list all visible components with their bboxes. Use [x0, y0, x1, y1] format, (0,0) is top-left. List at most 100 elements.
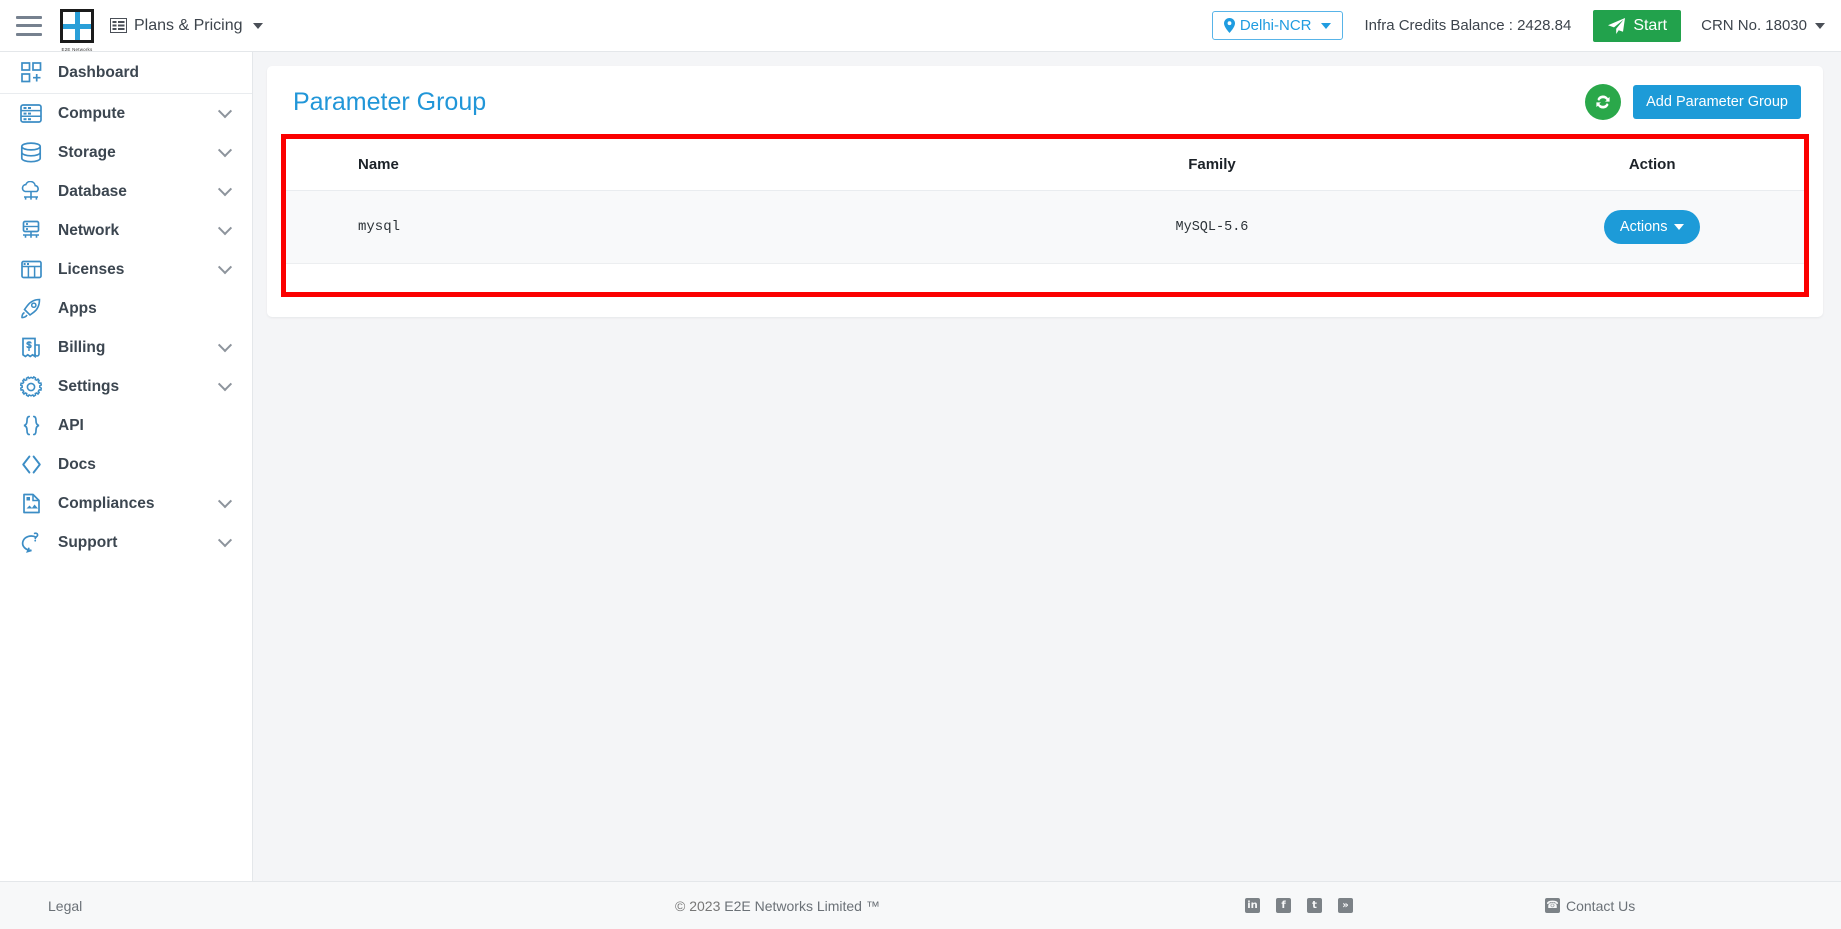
- copyright-year: © 2023: [675, 897, 721, 914]
- page-title: Parameter Group: [293, 87, 487, 116]
- chevron-down-icon: [217, 532, 233, 547]
- panel-header: Parameter Group Add Parameter Group: [267, 66, 1823, 134]
- actions-dropdown-button[interactable]: Actions: [1603, 210, 1701, 244]
- chevron-down-icon: [217, 103, 233, 118]
- footer: Legal © 2023 E2E Networks Limited ™ in f…: [0, 881, 1841, 929]
- sidebar-item-label: Dashboard: [58, 63, 139, 81]
- license-grid-icon: [18, 257, 44, 283]
- sidebar-item-label: Docs: [58, 455, 96, 473]
- phone-icon: ☎: [1545, 898, 1560, 913]
- paper-plane-icon: [1608, 17, 1626, 34]
- cloud-database-icon: [18, 179, 44, 205]
- sidebar-item-compute[interactable]: Compute: [0, 94, 252, 133]
- add-parameter-group-button[interactable]: Add Parameter Group: [1633, 85, 1801, 119]
- crn-menu[interactable]: CRN No. 18030: [1701, 17, 1825, 34]
- crn-label: CRN No. 18030: [1701, 17, 1807, 34]
- table-footer-spacer: [286, 264, 1804, 292]
- column-header-family: Family: [923, 139, 1501, 191]
- table-header-row: Name Family Action: [286, 139, 1804, 191]
- sidebar-item-docs[interactable]: Docs: [0, 445, 252, 484]
- contact-us-label: Contact Us: [1566, 897, 1636, 914]
- cell-family: MySQL-5.6: [923, 190, 1501, 264]
- refresh-icon: [1596, 95, 1610, 109]
- chevron-down-icon: [217, 220, 233, 235]
- sidebar-item-api[interactable]: API: [0, 406, 252, 445]
- main-content: Parameter Group Add Parameter Group Name…: [253, 52, 1841, 881]
- logo-caption: E2E Networks: [61, 46, 93, 52]
- gear-icon: [18, 374, 44, 400]
- sidebar-item-support[interactable]: Support: [0, 523, 252, 562]
- chevron-down-icon: [217, 181, 233, 196]
- copyright-company: E2E Networks Limited ™: [724, 897, 880, 914]
- chevron-down-icon: [217, 337, 233, 352]
- sidebar-item-apps[interactable]: Apps: [0, 289, 252, 328]
- rocket-icon: [18, 296, 44, 322]
- grid-list-icon: [110, 18, 127, 33]
- sidebar-item-database[interactable]: Database: [0, 172, 252, 211]
- rss-icon[interactable]: »: [1338, 898, 1353, 913]
- chevron-down-icon: [1815, 22, 1825, 29]
- database-disk-icon: [18, 140, 44, 166]
- parameter-group-panel: Parameter Group Add Parameter Group Name…: [267, 66, 1823, 317]
- sidebar-item-label: Compute: [58, 104, 126, 122]
- chevron-down-icon: [252, 22, 263, 29]
- region-label: Delhi-NCR: [1239, 17, 1312, 34]
- legal-link[interactable]: Legal: [48, 898, 82, 914]
- parameter-group-table-highlight: Name Family Action mysql MySQL-5.6 Actio…: [281, 134, 1809, 297]
- chevron-down-icon: [1674, 224, 1685, 230]
- twitter-icon[interactable]: t: [1307, 898, 1322, 913]
- refresh-button[interactable]: [1585, 84, 1622, 120]
- linkedin-icon[interactable]: in: [1245, 898, 1260, 913]
- table-row: mysql MySQL-5.6 Actions: [286, 190, 1804, 264]
- sidebar-item-label: Support: [58, 533, 118, 551]
- region-selector[interactable]: Delhi-NCR: [1211, 11, 1343, 40]
- document-check-icon: [18, 491, 44, 517]
- sidebar-item-storage[interactable]: Storage: [0, 133, 252, 172]
- table-header: Name Family Action: [286, 139, 1804, 191]
- sidebar-item-label: Database: [58, 182, 127, 200]
- chevron-down-icon: [1320, 22, 1331, 29]
- top-bar-right: Delhi-NCR Infra Credits Balance : 2428.8…: [1211, 0, 1841, 51]
- dashboard-icon: [18, 60, 44, 86]
- start-button[interactable]: Start: [1593, 9, 1682, 42]
- contact-us-link[interactable]: ☎ Contact Us: [1545, 898, 1635, 914]
- sidebar: Dashboard Compute Storage Database Netwo…: [0, 52, 253, 881]
- sidebar-item-label: Apps: [58, 299, 97, 317]
- chat-support-icon: [18, 530, 44, 556]
- actions-label: Actions: [1619, 219, 1668, 235]
- social-links: in f t »: [1245, 898, 1353, 913]
- sidebar-item-label: Compliances: [58, 494, 155, 512]
- copyright: © 2023 E2E Networks Limited ™: [675, 898, 880, 914]
- hamburger-icon[interactable]: [16, 15, 42, 36]
- column-header-name: Name: [286, 139, 924, 191]
- sidebar-item-label: API: [58, 416, 84, 434]
- cell-name: mysql: [286, 190, 924, 264]
- sidebar-item-licenses[interactable]: Licenses: [0, 250, 252, 289]
- server-icon: [18, 101, 44, 127]
- sidebar-item-label: Licenses: [58, 260, 125, 278]
- chevron-down-icon: [217, 259, 233, 274]
- e2e-networks-logo[interactable]: E2E Networks: [60, 8, 94, 52]
- sidebar-item-settings[interactable]: Settings: [0, 367, 252, 406]
- location-pin-icon: [1223, 18, 1235, 33]
- network-icon: [18, 218, 44, 244]
- top-bar: E2E Networks Plans & Pricing Delhi-NCR I…: [0, 0, 1841, 52]
- sidebar-item-billing[interactable]: Billing: [0, 328, 252, 367]
- sidebar-item-label: Settings: [58, 377, 120, 395]
- start-label: Start: [1633, 16, 1668, 34]
- plans-and-pricing-menu[interactable]: Plans & Pricing: [110, 17, 263, 35]
- sidebar-item-compliances[interactable]: Compliances: [0, 484, 252, 523]
- sidebar-item-dashboard[interactable]: Dashboard: [0, 52, 252, 94]
- column-header-action: Action: [1500, 139, 1804, 191]
- invoice-dollar-icon: [18, 335, 44, 361]
- chevron-down-icon: [217, 376, 233, 391]
- chevron-down-icon: [217, 142, 233, 157]
- sidebar-item-label: Storage: [58, 143, 116, 161]
- cell-action: Actions: [1500, 190, 1804, 264]
- sidebar-item-network[interactable]: Network: [0, 211, 252, 250]
- parameter-group-table: Name Family Action mysql MySQL-5.6 Actio…: [286, 139, 1804, 264]
- sidebar-item-label: Billing: [58, 338, 106, 356]
- code-angle-icon: [18, 452, 44, 478]
- sidebar-item-label: Network: [58, 221, 120, 239]
- facebook-icon[interactable]: f: [1276, 898, 1291, 913]
